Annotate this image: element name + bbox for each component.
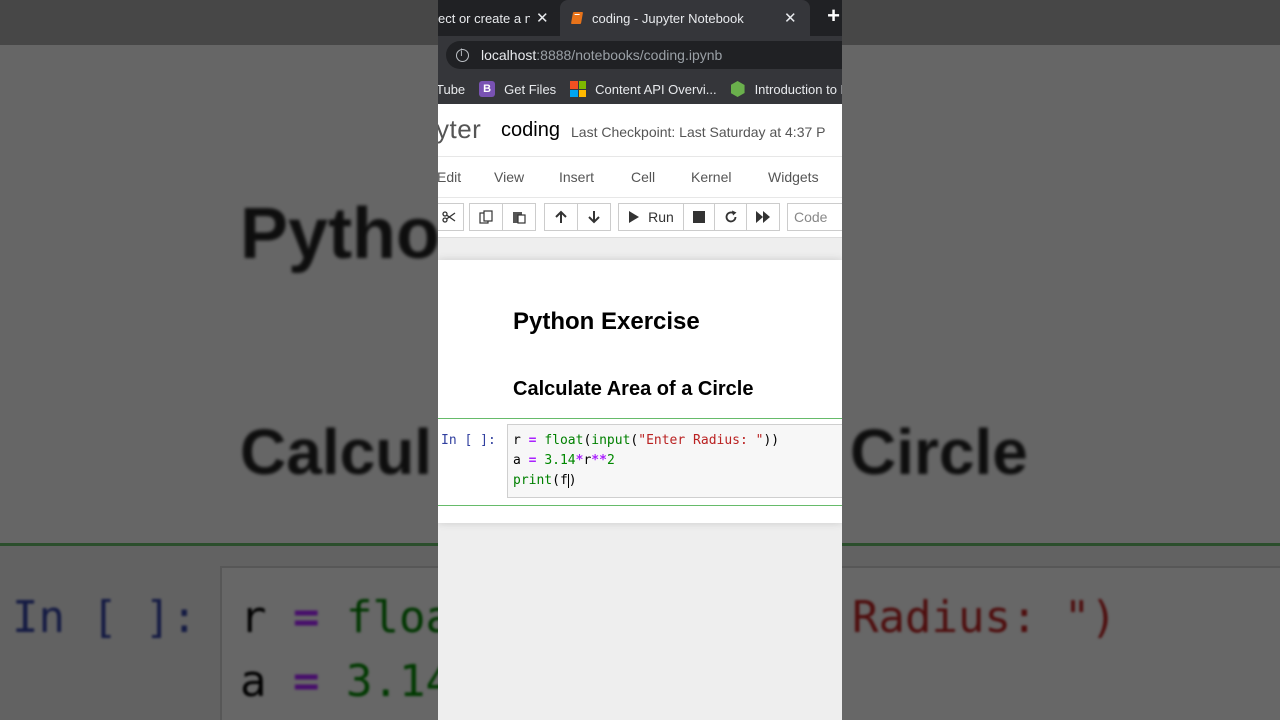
bookmark-get-files[interactable]: B Get Files xyxy=(479,81,556,97)
arrow-up-icon xyxy=(555,210,567,223)
tab-active[interactable]: coding - Jupyter Notebook ✕ xyxy=(560,0,810,36)
address-bar[interactable]: localhost:8888/notebooks/coding.ipynb xyxy=(446,41,842,69)
checkpoint-status: Last Checkpoint: Last Saturday at 4:37 P xyxy=(571,124,826,140)
menu-edit[interactable]: Edit xyxy=(438,169,461,185)
code-line-1: r = float(input("Enter Radius: ")) xyxy=(513,433,780,448)
bootstrap-icon: B xyxy=(479,81,496,97)
restart-button[interactable] xyxy=(714,203,747,231)
new-tab-icon[interactable]: + xyxy=(827,3,840,29)
bookmark-label: Introduction to N xyxy=(754,81,842,97)
restart-run-all-button[interactable] xyxy=(746,203,780,231)
bookmark-content-api[interactable]: Content API Overvi... xyxy=(570,81,717,97)
move-down-button[interactable] xyxy=(577,203,611,231)
fast-forward-icon xyxy=(756,211,770,223)
notebook-favicon-icon xyxy=(570,12,584,24)
markdown-heading-2: Calculate Area of a Circle xyxy=(513,378,754,400)
notebook-header: yter coding Last Checkpoint: Last Saturd… xyxy=(438,104,842,156)
play-icon xyxy=(629,211,640,223)
run-label: Run xyxy=(648,209,674,225)
tab-inactive-title: ect or create a n xyxy=(438,10,530,26)
run-button[interactable]: Run xyxy=(618,203,684,231)
close-icon[interactable]: ✕ xyxy=(784,9,797,27)
menu-view[interactable]: View xyxy=(494,169,524,185)
copy-icon xyxy=(479,210,493,224)
copy-button[interactable] xyxy=(469,203,503,231)
bookmark-label: Content API Overvi... xyxy=(595,81,717,97)
url-host: localhost xyxy=(481,47,537,63)
bookmark-label: Get Files xyxy=(504,81,557,97)
jupyter-logo[interactable]: yter xyxy=(438,114,481,145)
bookmark-label: Tube xyxy=(438,81,466,97)
tab-inactive[interactable]: ect or create a n ✕ xyxy=(438,0,556,36)
url-text: localhost:8888/notebooks/coding.ipynb xyxy=(481,47,722,63)
node-hexagon-icon xyxy=(730,81,745,97)
cut-button[interactable] xyxy=(438,203,464,231)
restart-icon xyxy=(725,210,736,223)
move-up-button[interactable] xyxy=(544,203,578,231)
notebook-toolbar: Run Code xyxy=(438,198,842,238)
bookmarks-bar: Tube B Get Files Content API Overvi... I… xyxy=(438,74,842,104)
interrupt-button[interactable] xyxy=(683,203,715,231)
arrow-down-icon xyxy=(588,211,600,224)
code-line-3: print(f) xyxy=(513,473,577,488)
notebook-name[interactable]: coding xyxy=(501,119,560,142)
close-icon[interactable]: ✕ xyxy=(536,9,549,27)
tab-active-title: coding - Jupyter Notebook xyxy=(592,10,744,26)
microsoft-icon xyxy=(570,81,587,97)
paste-button[interactable] xyxy=(502,203,536,231)
input-prompt: In [ ]: xyxy=(441,433,496,448)
menu-bar: Edit View Insert Cell Kernel Widgets xyxy=(438,156,842,198)
info-icon[interactable] xyxy=(456,48,469,62)
browser-frame: ect or create a n ✕ coding - Jupyter Not… xyxy=(438,0,842,720)
url-path: :8888/notebooks/coding.ipynb xyxy=(536,47,723,63)
bookmark-youtube[interactable]: Tube xyxy=(438,82,465,97)
scissors-icon xyxy=(441,211,455,223)
code-line-2: a = 3.14*r**2 xyxy=(513,453,615,468)
menu-cell[interactable]: Cell xyxy=(631,169,655,185)
menu-insert[interactable]: Insert xyxy=(559,169,594,185)
tab-bar: ect or create a n ✕ coding - Jupyter Not… xyxy=(438,0,842,36)
cell-type-select[interactable]: Code xyxy=(787,203,842,231)
paste-icon xyxy=(513,212,526,224)
menu-widgets[interactable]: Widgets xyxy=(768,169,819,185)
markdown-heading-1: Python Exercise xyxy=(513,308,700,335)
menu-kernel[interactable]: Kernel xyxy=(691,169,731,185)
address-bar-row: localhost:8888/notebooks/coding.ipynb xyxy=(438,36,842,74)
bookmark-introduction[interactable]: Introduction to N xyxy=(730,81,842,97)
stop-icon xyxy=(693,211,705,223)
